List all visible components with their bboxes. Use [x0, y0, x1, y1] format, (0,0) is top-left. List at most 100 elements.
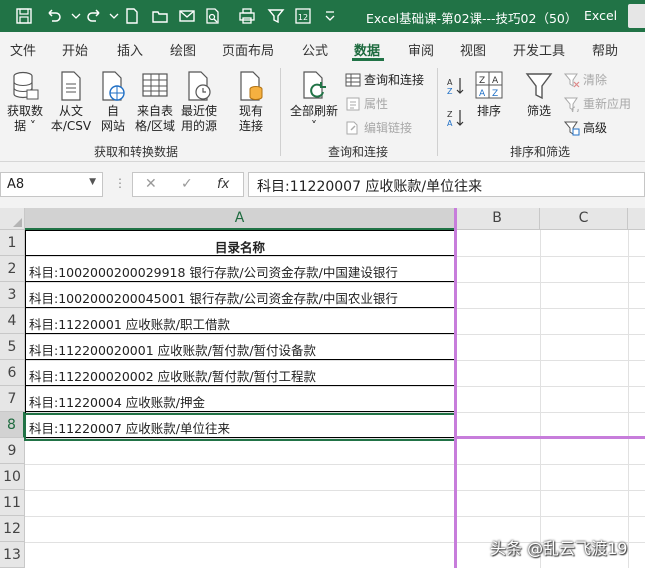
edit-links-icon — [345, 120, 361, 136]
chevron-down-icon[interactable]: ▼ — [89, 177, 96, 187]
get-data-button[interactable]: 获取数 据 ˅ — [4, 70, 46, 134]
advanced-filter-icon — [563, 120, 580, 136]
tab-file[interactable]: 文件 — [10, 40, 36, 59]
select-all-icon — [13, 218, 22, 227]
reapply-button[interactable]: 重新应用 — [563, 95, 632, 113]
print-preview-icon[interactable] — [203, 6, 223, 26]
row-header-2[interactable]: 2 — [0, 256, 25, 282]
tab-help[interactable]: 帮助 — [592, 40, 618, 59]
group-separator — [280, 68, 281, 156]
svg-text:A: A — [447, 78, 453, 87]
row-header-12[interactable]: 12 — [0, 516, 25, 542]
advanced-filter-button[interactable]: 高级 — [563, 119, 608, 136]
cell-a4[interactable]: 科目:11220001 应收账款/职工借款 — [25, 308, 455, 334]
cell-a3[interactable]: 科目:1002000200045001 银行存款/公司资金存款/中国农业银行 — [25, 282, 455, 308]
row-header-9[interactable]: 9 — [0, 438, 25, 464]
tab-review[interactable]: 审阅 — [408, 40, 434, 59]
funnel-icon — [524, 70, 554, 102]
cell-a7[interactable]: 科目:11220004 应收账款/押金 — [25, 386, 455, 412]
tab-insert[interactable]: 插入 — [117, 40, 143, 59]
sort-icon: ZAAZ — [474, 70, 504, 102]
document-title: Excel基础课-第02课---技巧02（50） — [366, 11, 578, 26]
refresh-icon — [299, 70, 329, 102]
row-header-13[interactable]: 13 — [0, 542, 25, 568]
svg-text:Z: Z — [492, 89, 498, 99]
undo-dropdown-icon[interactable] — [66, 6, 86, 26]
row-header-4[interactable]: 4 — [0, 308, 25, 334]
refresh-all-button[interactable]: 全部刷新 ˅ — [286, 70, 342, 134]
edit-links-button[interactable]: 编辑链接 — [345, 119, 412, 136]
row-header-6[interactable]: 6 — [0, 360, 25, 386]
refresh-all-label: 全部刷新 ˅ — [289, 104, 338, 133]
group-get-transform-label: 获取和转换数据 — [94, 145, 179, 159]
open-folder-icon[interactable] — [150, 6, 170, 26]
row-header-5[interactable]: 5 — [0, 334, 25, 360]
row-header-1[interactable]: 1 — [0, 230, 25, 256]
select-all-button[interactable] — [0, 208, 25, 230]
new-file-icon[interactable] — [122, 6, 142, 26]
app-name: Excel — [584, 8, 618, 23]
cell-a2[interactable]: 科目:1002000200029918 银行存款/公司资金存款/中国建设银行 — [25, 256, 455, 282]
save-icon[interactable] — [14, 6, 34, 26]
worksheet-grid[interactable]: A B C 1 2 3 4 5 6 7 8 9 10 11 12 13 目录名称… — [0, 208, 645, 568]
sort-button[interactable]: ZAAZ 排序 — [472, 70, 506, 119]
properties-button[interactable]: 属性 — [345, 95, 388, 112]
filter-icon[interactable] — [266, 6, 286, 26]
confirm-icon[interactable]: ✓ — [181, 176, 193, 192]
sort-descending-button[interactable]: ZA — [446, 108, 469, 128]
cell-a8[interactable]: 科目:11220007 应收账款/单位往来 — [25, 412, 455, 438]
insert-function-icon[interactable]: fx — [217, 177, 229, 192]
cancel-icon[interactable]: ✕ — [145, 176, 157, 192]
tab-view[interactable]: 视图 — [460, 40, 486, 59]
from-text-csv-button[interactable]: 从文 本/CSV — [50, 70, 92, 134]
tab-developer[interactable]: 开发工具 — [513, 40, 565, 59]
from-web-button[interactable]: 自 网站 — [96, 70, 130, 134]
page-break-line-horizontal — [454, 436, 645, 439]
clear-filter-icon — [563, 72, 580, 88]
from-table-button[interactable]: 来自表 格/区域 — [134, 70, 176, 134]
tab-data[interactable]: 数据 — [354, 40, 380, 59]
tab-home[interactable]: 开始 — [62, 40, 88, 59]
page-break-line-vertical — [454, 208, 457, 568]
existing-connections-button[interactable]: 现有 连接 — [232, 70, 270, 134]
quick-print-icon[interactable] — [237, 6, 257, 26]
formula-input[interactable]: 科目:11220007 应收账款/单位往来 — [248, 172, 645, 197]
cell-a5[interactable]: 科目:112200020001 应收账款/暂付款/暂付设备款 — [25, 334, 455, 360]
web-icon — [98, 70, 128, 102]
row-header-3[interactable]: 3 — [0, 282, 25, 308]
tab-formulas[interactable]: 公式 — [302, 40, 328, 59]
column-header-b[interactable]: B — [455, 208, 540, 230]
undo-icon[interactable] — [44, 6, 64, 26]
sort-ascending-button[interactable]: AZ — [446, 76, 469, 96]
tab-page-layout[interactable]: 页面布局 — [222, 40, 274, 59]
gridline — [25, 516, 645, 517]
tab-draw[interactable]: 绘图 — [170, 40, 196, 59]
customize-toolbar-icon[interactable] — [320, 6, 340, 26]
advanced-label: 高级 — [583, 121, 608, 135]
clear-filter-button[interactable]: 清除 — [563, 71, 607, 88]
email-icon[interactable] — [177, 6, 197, 26]
queries-connections-button[interactable]: 查询和连接 — [345, 71, 424, 88]
row-header-11[interactable]: 11 — [0, 490, 25, 516]
name-box[interactable]: A8 ▼ — [0, 172, 103, 197]
row-header-8[interactable]: 8 — [0, 412, 25, 438]
column-header-d[interactable] — [628, 208, 645, 230]
numbering-icon[interactable]: 12 — [293, 6, 313, 26]
name-box-value: A8 — [7, 177, 25, 192]
cell-a1[interactable]: 目录名称 — [25, 230, 455, 256]
filter-button[interactable]: 筛选 — [522, 70, 556, 119]
reapply-label: 重新应用 — [583, 97, 632, 111]
more-options-icon[interactable]: ⋮ — [114, 176, 126, 190]
redo-dropdown-icon[interactable] — [104, 6, 124, 26]
redo-icon[interactable] — [84, 6, 104, 26]
avatar[interactable] — [628, 4, 645, 28]
column-header-c[interactable]: C — [540, 208, 628, 230]
recent-sources-icon — [184, 70, 214, 102]
row-header-10[interactable]: 10 — [0, 464, 25, 490]
ribbon: 获取数 据 ˅ 从文 本/CSV 自 网站 来自表 格/区域 最近使 用的源 现… — [0, 62, 645, 162]
formula-bar: A8 ▼ ⋮ ✕ ✓ fx 科目:11220007 应收账款/单位往来 — [0, 162, 645, 208]
recent-sources-button[interactable]: 最近使 用的源 — [178, 70, 220, 134]
cell-a6[interactable]: 科目:112200020002 应收账款/暂付款/暂付工程款 — [25, 360, 455, 386]
column-header-a[interactable]: A — [25, 208, 455, 230]
row-header-7[interactable]: 7 — [0, 386, 25, 412]
